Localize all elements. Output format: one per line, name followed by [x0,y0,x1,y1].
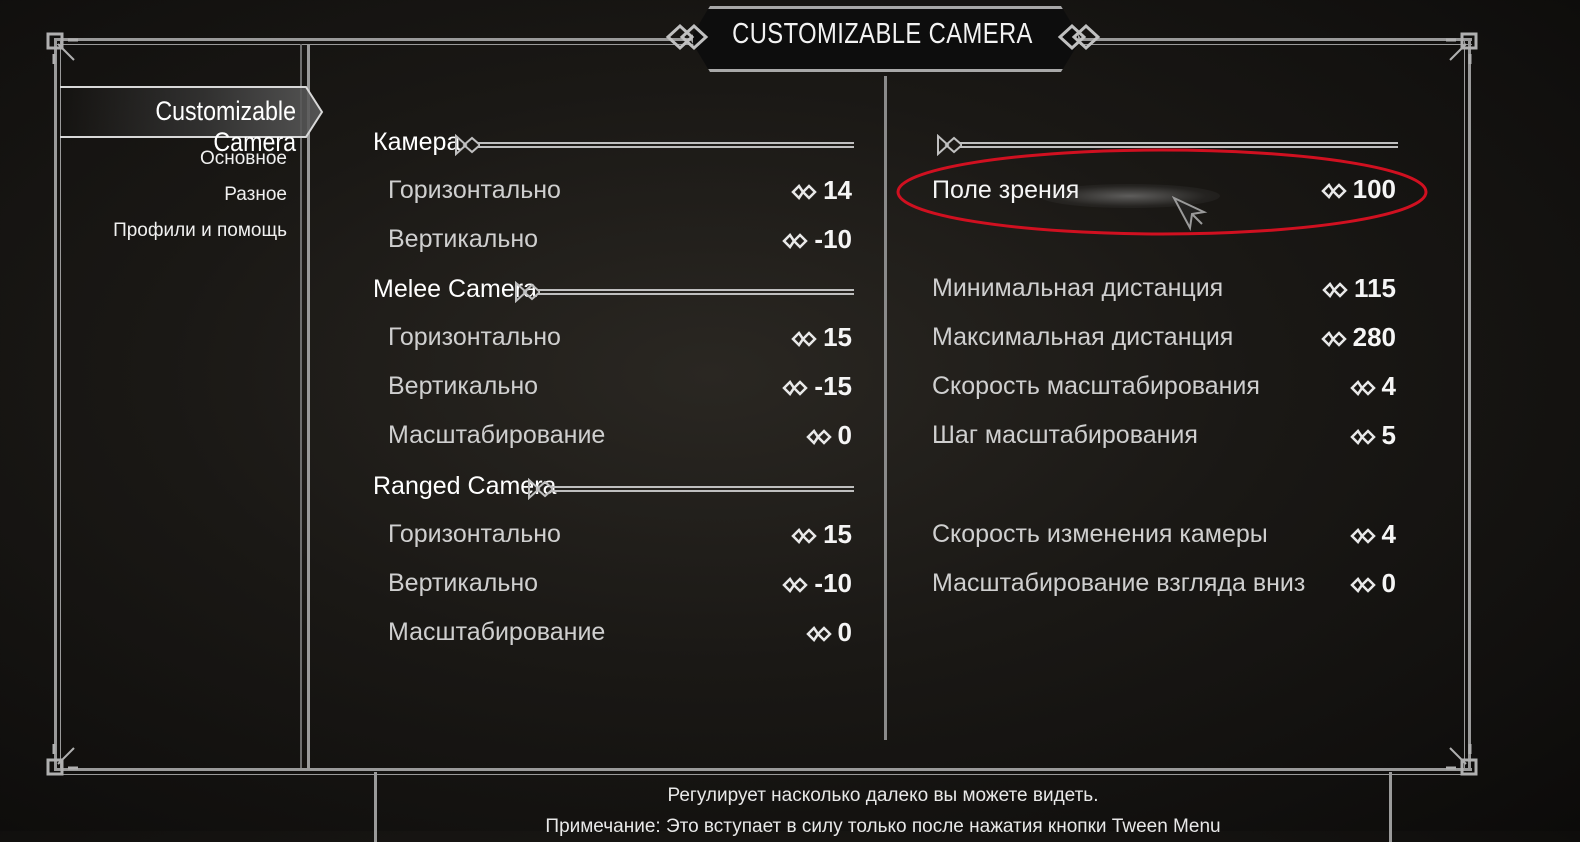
option-label[interactable]: Скорость масштабирования [932,372,1260,401]
option-value[interactable]: -10 [782,224,852,255]
option-value-text: 14 [823,175,852,205]
nav-item-misc[interactable]: Разное [224,184,287,206]
option-value[interactable]: 0 [805,617,852,648]
left-right-arrows-icon[interactable] [805,429,832,446]
option-value[interactable]: 4 [1349,371,1396,402]
nav-item-profiles-help[interactable]: Профили и помощь [113,220,287,242]
left-right-arrows-icon[interactable] [1349,577,1376,594]
option-value[interactable]: 4 [1349,519,1396,550]
left-right-arrows-icon[interactable] [791,528,817,545]
option-value[interactable]: 15 [791,322,852,353]
option-value[interactable]: 0 [1349,568,1396,599]
description-text: Регулирует насколько далеко вы можете ви… [667,785,1099,806]
section-divider [478,142,854,148]
option-label[interactable]: Вертикально [388,569,538,598]
option-label[interactable]: Масштабирование [388,421,605,450]
corner-knot-icon [46,744,78,776]
option-value-text: 0 [837,420,852,450]
left-right-arrows-icon[interactable] [791,331,817,348]
option-value-text: 280 [1352,322,1396,352]
option-value-text: 115 [1354,273,1396,303]
left-right-arrows-icon[interactable] [1349,429,1376,446]
celtic-knot-ornament-icon [455,134,480,156]
description-note: Примечание: Это вступает в силу только п… [545,816,1221,837]
corner-knot-icon [46,32,78,64]
option-label[interactable]: Горизонтально [388,176,561,205]
left-right-arrows-icon[interactable] [1320,331,1347,348]
option-value[interactable]: 14 [791,175,852,206]
option-value-text: 15 [823,322,852,352]
option-value-text: 0 [837,617,852,647]
option-label[interactable]: Горизонтально [388,323,561,352]
left-right-arrows-icon[interactable] [791,184,817,201]
left-right-arrows-icon[interactable] [1322,282,1348,299]
option-label[interactable]: Шаг масштабирования [932,421,1198,450]
section-header-camera: Камера [373,128,461,156]
section-divider [551,486,854,492]
option-value-text: 0 [1381,568,1396,598]
option-value-text: 15 [823,519,852,549]
celtic-knot-ornament-icon [1057,23,1101,51]
celtic-knot-ornament-icon [515,281,540,303]
option-label[interactable]: Минимальная дистанция [932,274,1223,303]
left-right-arrows-icon[interactable] [805,626,832,643]
option-label[interactable]: Вертикально [388,372,538,401]
annotation-ellipse [896,148,1428,236]
option-value-text: 4 [1381,371,1396,401]
option-value-text: 4 [1381,519,1396,549]
left-right-arrows-icon[interactable] [782,380,809,397]
option-label[interactable]: Скорость изменения камеры [932,520,1268,549]
option-value-text: -10 [814,568,852,598]
corner-knot-icon [1446,744,1478,776]
option-value-text: -15 [814,371,852,401]
mouse-cursor-icon [1172,196,1208,232]
option-value[interactable]: 115 [1322,273,1396,304]
option-label[interactable]: Максимальная дистанция [932,323,1233,352]
left-right-arrows-icon[interactable] [1349,528,1376,545]
option-value[interactable]: 5 [1349,420,1396,451]
option-value[interactable]: 280 [1320,322,1396,353]
option-value-text: -10 [814,224,852,254]
menu-title: CUSTOMIZABLE CAMERA [732,18,1033,50]
left-right-arrows-icon[interactable] [782,233,809,250]
option-label[interactable]: Горизонтально [388,520,561,549]
option-label[interactable]: Масштабирование [388,618,605,647]
option-value-text: 5 [1381,420,1396,450]
corner-knot-icon [1446,32,1478,64]
option-value[interactable]: 15 [791,519,852,550]
section-divider [538,289,854,295]
celtic-knot-ornament-icon [665,23,709,51]
section-header-melee-camera: Melee Camera [373,275,537,303]
left-right-arrows-icon[interactable] [782,577,809,594]
option-value[interactable]: 0 [805,420,852,451]
option-value[interactable]: -10 [782,568,852,599]
option-label[interactable]: Вертикально [388,225,538,254]
nav-item-basic[interactable]: Основное [200,148,287,170]
option-label[interactable]: Масштабирование взгляда вниз [932,569,1305,598]
celtic-knot-ornament-icon [528,478,553,500]
left-right-arrows-icon[interactable] [1349,380,1376,397]
option-value[interactable]: -15 [782,371,852,402]
